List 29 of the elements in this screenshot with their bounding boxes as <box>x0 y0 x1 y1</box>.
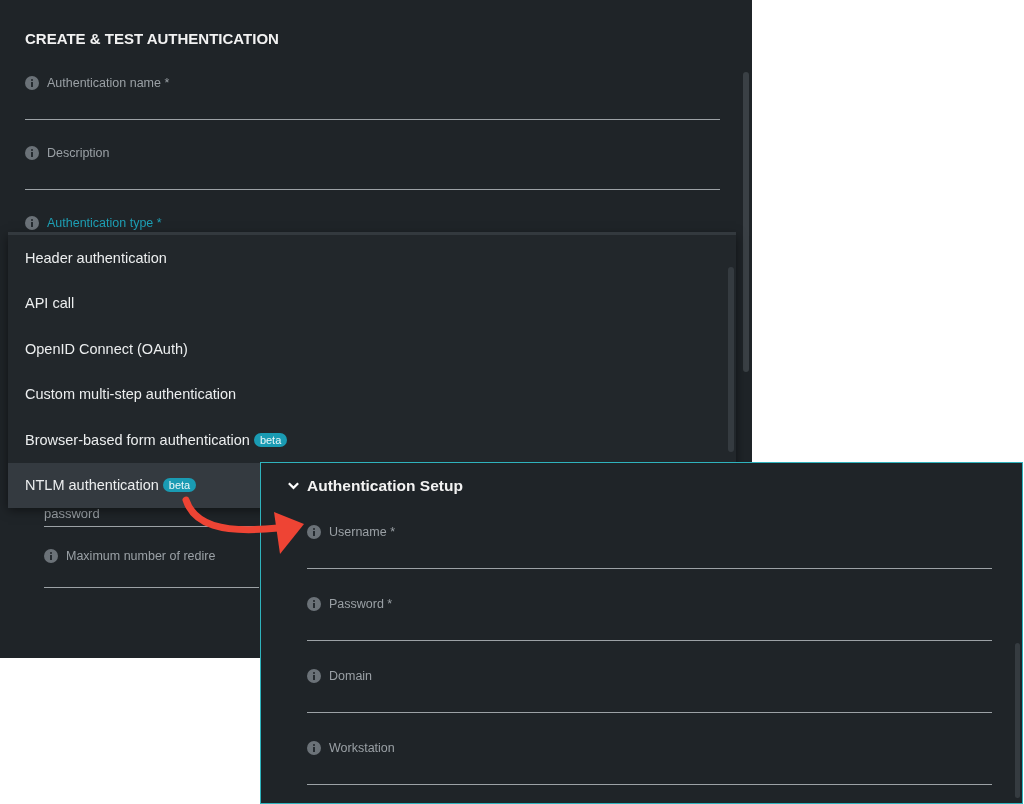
field-label: Domain <box>329 669 373 683</box>
info-icon[interactable] <box>307 669 321 683</box>
scrollbar-thumb[interactable] <box>743 72 749 372</box>
menu-option[interactable]: Header authentication <box>8 235 736 281</box>
info-icon[interactable] <box>307 525 321 539</box>
info-icon[interactable] <box>25 216 39 230</box>
field-label: Description <box>47 146 110 160</box>
field-label: Maximum number of redire <box>66 549 216 563</box>
menu-option[interactable]: Browser-based form authentication beta <box>8 417 736 463</box>
section-title: Authentication Setup <box>307 477 463 495</box>
field-label: Workstation <box>329 741 395 755</box>
scrollbar-thumb[interactable] <box>1015 643 1020 798</box>
chevron-icon[interactable] <box>287 481 300 491</box>
info-icon[interactable] <box>44 549 58 563</box>
menu-option[interactable]: API call <box>8 280 736 326</box>
beta-badge: beta <box>253 432 288 447</box>
field-value: password <box>44 506 101 522</box>
field-label: Password * <box>329 597 393 611</box>
form-title: CREATE & TEST AUTHENTICATION <box>25 30 280 49</box>
field-label: Authentication type * <box>47 216 162 230</box>
menu-option[interactable]: Custom multi-step authentication <box>8 371 736 417</box>
info-icon[interactable] <box>25 146 39 160</box>
info-icon[interactable] <box>25 76 39 90</box>
info-icon[interactable] <box>307 597 321 611</box>
field-label: Username * <box>329 525 395 539</box>
field-label: Authentication name * <box>47 76 170 90</box>
info-icon[interactable] <box>307 741 321 755</box>
beta-badge: beta <box>162 478 197 493</box>
menu-option[interactable]: OpenID Connect (OAuth) <box>8 326 736 372</box>
